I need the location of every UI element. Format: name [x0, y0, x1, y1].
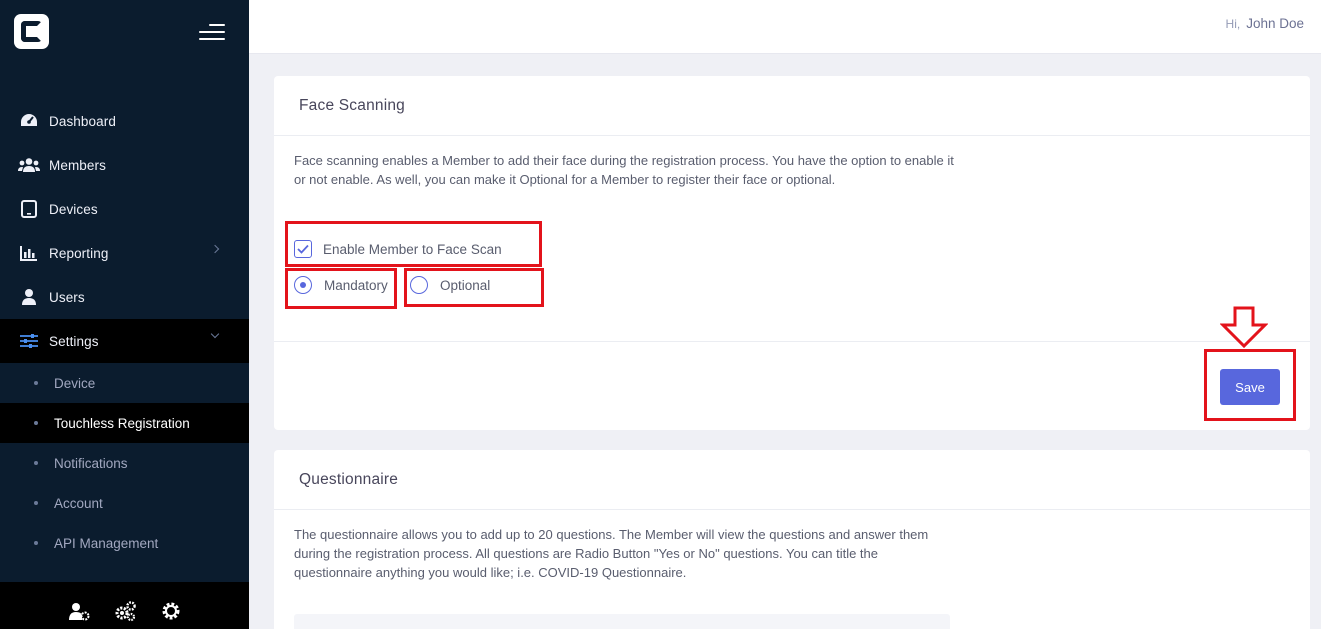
- sidebar-item-members[interactable]: Members: [0, 143, 249, 187]
- mandatory-option[interactable]: Mandatory: [294, 276, 388, 294]
- questionnaire-form-box: [294, 614, 950, 629]
- card-title: Face Scanning: [299, 96, 405, 114]
- user-icon: [18, 288, 40, 306]
- card-header: Questionnaire: [274, 450, 1310, 510]
- sidebar-item-users[interactable]: Users: [0, 275, 249, 319]
- bullet-icon: [34, 501, 38, 505]
- sidebar-footer: [0, 582, 249, 629]
- sidebar: Dashboard Members Devices Reporting User…: [0, 0, 249, 629]
- settings-submenu: Device Touchless Registration Notificati…: [0, 363, 249, 563]
- subitem-label: API Management: [54, 535, 159, 551]
- gears-icon[interactable]: [113, 599, 137, 623]
- subitem-label: Touchless Registration: [54, 415, 190, 431]
- sidebar-item-label: Devices: [49, 201, 98, 217]
- subitem-label: Notifications: [54, 455, 128, 471]
- sidebar-item-label: Dashboard: [49, 113, 116, 129]
- sliders-icon: [18, 332, 40, 350]
- users-icon: [18, 156, 40, 174]
- bullet-icon: [34, 421, 38, 425]
- header-bar: Hi, John Doe: [249, 0, 1321, 54]
- sidebar-subitem-touchless-registration[interactable]: Touchless Registration: [0, 403, 249, 443]
- annotation-arrow-down-icon: [1220, 306, 1268, 348]
- sidebar-subitem-account[interactable]: Account: [0, 483, 249, 523]
- bullet-icon: [34, 461, 38, 465]
- sidebar-subitem-device[interactable]: Device: [0, 363, 249, 403]
- card-footer: Save: [274, 341, 1310, 430]
- sidebar-item-dashboard[interactable]: Dashboard: [0, 99, 249, 143]
- menu-toggle-icon[interactable]: [197, 22, 225, 44]
- subitem-label: Account: [54, 495, 103, 511]
- chevron-right-icon: [210, 244, 220, 254]
- sidebar-item-devices[interactable]: Devices: [0, 187, 249, 231]
- gear-icon[interactable]: [159, 599, 183, 623]
- save-button[interactable]: Save: [1220, 369, 1280, 405]
- sidebar-subitem-api-management[interactable]: API Management: [0, 523, 249, 563]
- card-description: Face scanning enables a Member to add th…: [294, 153, 954, 187]
- optional-label: Optional: [440, 277, 491, 293]
- sidebar-item-label: Users: [49, 289, 85, 305]
- questionnaire-card: Questionnaire The questionnaire allows y…: [274, 450, 1310, 629]
- sidebar-item-label: Members: [49, 157, 106, 173]
- sidebar-subitem-notifications[interactable]: Notifications: [0, 443, 249, 483]
- sidebar-item-label: Reporting: [49, 245, 109, 261]
- bar-chart-icon: [18, 244, 40, 262]
- brand-bar: [0, 0, 249, 64]
- subitem-label: Device: [54, 375, 96, 391]
- enable-face-scan-checkbox[interactable]: [294, 240, 312, 258]
- chevron-down-icon: [210, 329, 220, 339]
- enable-face-scan-label: Enable Member to Face Scan: [323, 241, 502, 257]
- bullet-icon: [34, 541, 38, 545]
- app-logo[interactable]: [14, 14, 49, 49]
- optional-option[interactable]: Optional: [410, 276, 490, 294]
- sidebar-item-label: Settings: [49, 333, 99, 349]
- user-greeting[interactable]: Hi, John Doe: [1226, 16, 1304, 31]
- bullet-icon: [34, 381, 38, 385]
- sidebar-item-reporting[interactable]: Reporting: [0, 231, 249, 275]
- tablet-icon: [18, 200, 40, 218]
- radio-selected-dot: [300, 282, 306, 288]
- card-description: The questionnaire allows you to add up t…: [294, 527, 929, 580]
- user-settings-icon[interactable]: [67, 599, 91, 623]
- sidebar-menu: Dashboard Members Devices Reporting User…: [0, 99, 249, 563]
- face-scanning-card: Face Scanning Face scanning enables a Me…: [274, 76, 1310, 430]
- greeting-prefix: Hi,: [1225, 17, 1241, 31]
- mandatory-radio[interactable]: [294, 276, 312, 294]
- card-title: Questionnaire: [299, 470, 399, 488]
- dashboard-icon: [18, 112, 40, 130]
- optional-radio[interactable]: [410, 276, 428, 294]
- sidebar-item-settings[interactable]: Settings: [0, 319, 249, 363]
- user-name: John Doe: [1246, 16, 1304, 31]
- enable-face-scan-option[interactable]: Enable Member to Face Scan: [294, 240, 502, 258]
- mandatory-label: Mandatory: [324, 277, 388, 293]
- card-header: Face Scanning: [274, 76, 1310, 136]
